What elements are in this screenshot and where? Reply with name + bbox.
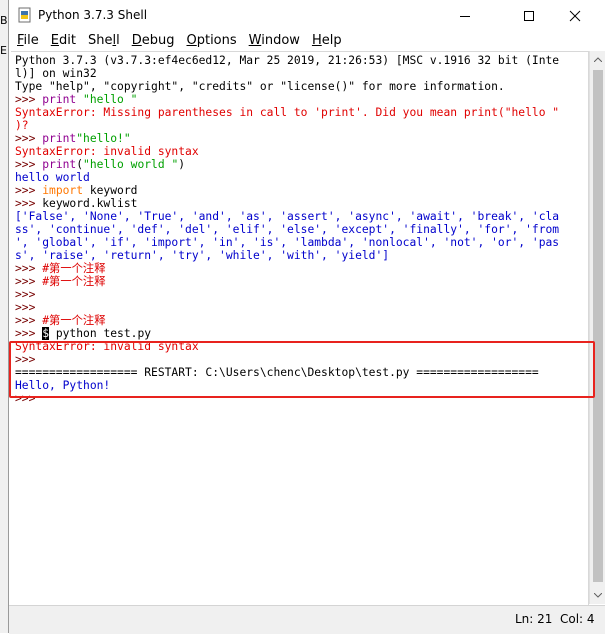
shell-text-keyword: import bbox=[42, 184, 84, 197]
shell-text-comment: #第一个注释 bbox=[42, 262, 106, 275]
shell-text-builtin: print bbox=[42, 158, 77, 171]
shell-text-error: SyntaxError: invalid syntax bbox=[15, 145, 199, 158]
window-title: Python 3.7.3 Shell bbox=[38, 8, 148, 22]
shell-text-output: ['False', 'None', 'True', 'and', 'as', '… bbox=[15, 210, 560, 223]
shell-text-code: python test.py bbox=[49, 327, 152, 340]
menu-options[interactable]: Options bbox=[180, 31, 242, 51]
shell-line: >>> import keyword bbox=[15, 184, 559, 197]
shell-line: >>> #第一个注释 bbox=[15, 262, 559, 275]
shell-text-code: keyword.kwlist bbox=[42, 197, 138, 210]
shell-text-code: Python 3.7.3 (v3.7.3:ef4ec6ed12, Mar 25 … bbox=[15, 54, 560, 67]
shell-text-prompt: >>> bbox=[15, 288, 43, 301]
shell-line: SyntaxError: Missing parentheses in call… bbox=[15, 106, 559, 119]
maximize-button[interactable] bbox=[506, 0, 552, 31]
chevron-down-icon bbox=[594, 593, 602, 598]
menu-window[interactable]: Window bbox=[243, 31, 306, 51]
shell-line: >>> keyword.kwlist bbox=[15, 197, 559, 210]
menu-file[interactable]: File bbox=[11, 31, 45, 51]
shell-text-prompt: >>> bbox=[15, 184, 43, 197]
background-window-edge: B E bbox=[0, 0, 8, 633]
shell-text-prompt: >>> bbox=[15, 262, 43, 275]
minimize-icon bbox=[460, 15, 470, 17]
shell-text-error: )? bbox=[15, 119, 29, 132]
shell-text-comment: #第一个注释 bbox=[42, 275, 106, 288]
shell-text-prompt: >>> bbox=[15, 158, 43, 171]
shell-line: >>> print "hello " bbox=[15, 93, 559, 106]
minimize-button[interactable] bbox=[442, 0, 488, 31]
shell-line: >>> $ python test.py bbox=[15, 327, 559, 340]
menu-shell[interactable]: Shell bbox=[82, 31, 126, 51]
shell-line: ss', 'continue', 'def', 'del', 'elif', '… bbox=[15, 223, 559, 236]
menu-help[interactable]: Help bbox=[306, 31, 348, 51]
shell-line: >>> #第一个注释 bbox=[15, 275, 559, 288]
shell-text-area[interactable]: Python 3.7.3 (v3.7.3:ef4ec6ed12, Mar 25 … bbox=[11, 51, 589, 605]
close-icon bbox=[569, 10, 581, 21]
title-bar[interactable]: Python 3.7.3 Shell bbox=[9, 0, 605, 31]
shell-line: s', 'raise', 'return', 'try', 'while', '… bbox=[15, 249, 559, 262]
shell-text-output: hello world bbox=[15, 171, 90, 184]
python-idle-icon bbox=[18, 7, 31, 23]
edge-letter: E bbox=[0, 44, 7, 57]
shell-line: hello world bbox=[15, 171, 559, 184]
shell-text-prompt: >>> bbox=[15, 301, 43, 314]
status-bar: Ln: 21 Col: 4 bbox=[9, 605, 605, 634]
shell-line: >>> print("hello world ") bbox=[15, 158, 559, 171]
scroll-down-button[interactable] bbox=[590, 587, 605, 604]
shell-text-string: "hello " bbox=[83, 93, 138, 106]
shell-line: Type "help", "copyright", "credits" or "… bbox=[15, 80, 559, 93]
shell-line: ', 'global', 'if', 'import', 'in', 'is',… bbox=[15, 236, 559, 249]
shell-text-string: "hello!" bbox=[76, 132, 131, 145]
shell-text-code: ) bbox=[178, 158, 186, 171]
shell-text-builtin: print bbox=[42, 93, 77, 106]
shell-line: SyntaxError: invalid syntax bbox=[15, 145, 559, 158]
edge-letter: B bbox=[0, 14, 8, 27]
shell-line: >>> bbox=[15, 288, 559, 301]
shell-text-output: ss', 'continue', 'def', 'del', 'elif', '… bbox=[15, 223, 560, 236]
text-cursor: $ bbox=[42, 327, 50, 340]
shell-text-prompt: >>> bbox=[15, 197, 43, 210]
shell-line: l)] on win32 bbox=[15, 67, 559, 80]
shell-text-output: ', 'global', 'if', 'import', 'in', 'is',… bbox=[15, 236, 560, 249]
shell-text-error: SyntaxError: Missing parentheses in call… bbox=[15, 106, 560, 119]
shell-line: Python 3.7.3 (v3.7.3:ef4ec6ed12, Mar 25 … bbox=[15, 54, 559, 67]
shell-text-prompt: >>> bbox=[15, 327, 43, 340]
shell-line: ['False', 'None', 'True', 'and', 'as', '… bbox=[15, 210, 559, 223]
menu-bar: File Edit Shell Debug Options Window Hel… bbox=[9, 31, 605, 51]
maximize-icon bbox=[524, 10, 534, 21]
column-number: Col: 4 bbox=[560, 612, 595, 626]
shell-line: >>> print"hello!" bbox=[15, 132, 559, 145]
shell-text-code: l)] on win32 bbox=[15, 67, 97, 80]
shell-text-code: keyword bbox=[83, 184, 138, 197]
scroll-up-button[interactable] bbox=[590, 51, 605, 68]
shell-line: >>> bbox=[15, 301, 559, 314]
shell-text-builtin: print bbox=[42, 132, 77, 145]
close-button[interactable] bbox=[552, 0, 598, 31]
shell-text-prompt: >>> bbox=[15, 275, 43, 288]
menu-edit[interactable]: Edit bbox=[45, 31, 82, 51]
shell-text-prompt: >>> bbox=[15, 132, 43, 145]
highlight-annotation-box bbox=[9, 341, 595, 398]
scroll-thumb[interactable] bbox=[593, 70, 603, 582]
shell-line: )? bbox=[15, 119, 559, 132]
shell-text-string: "hello world " bbox=[83, 158, 179, 171]
shell-text-code: Type "help", "copyright", "credits" or "… bbox=[15, 80, 505, 93]
shell-text-comment: #第一个注释 bbox=[42, 314, 106, 327]
line-number: Ln: 21 bbox=[515, 612, 553, 626]
chevron-up-icon bbox=[594, 57, 602, 62]
shell-text-prompt: >>> bbox=[15, 314, 43, 327]
vertical-scrollbar[interactable] bbox=[589, 51, 605, 604]
shell-text-prompt: >>> bbox=[15, 93, 43, 106]
menu-debug[interactable]: Debug bbox=[126, 31, 181, 51]
shell-text-output: s', 'raise', 'return', 'try', 'while', '… bbox=[15, 249, 390, 262]
idle-shell-window: Python 3.7.3 Shell File Edit Shell Debug… bbox=[8, 0, 605, 634]
shell-line: >>> #第一个注释 bbox=[15, 314, 559, 327]
